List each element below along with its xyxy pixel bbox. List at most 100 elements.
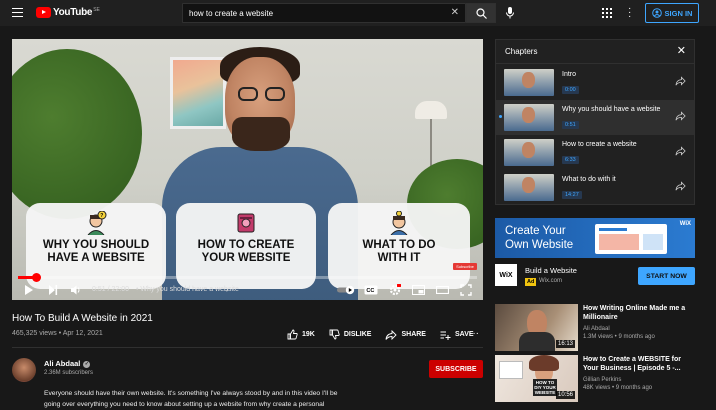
share-icon[interactable]: [675, 146, 686, 156]
wix-logo: WiX: [495, 264, 517, 286]
card-how-line1: HOW TO CREATE: [197, 239, 295, 251]
chapter-timestamp: 14:27: [562, 191, 582, 199]
chapter-item-intro[interactable]: Intro 0:00: [496, 65, 694, 100]
video-thumbnail: 16:13: [495, 304, 578, 351]
ad-banner-line2: Own Website: [505, 239, 574, 251]
ad-banner-line1: Create Your: [505, 225, 566, 237]
video-actions: 19K DISLIKE SHARE SAVE: [287, 329, 488, 340]
share-arrow-icon: [386, 329, 398, 340]
ad-banner-headline: Create Your Own Website: [505, 224, 573, 252]
card-what-line1: WHAT TO DO: [362, 239, 436, 251]
current-chapter-label[interactable]: • Why you should have a website: [136, 286, 239, 293]
ad-title: Build a Website: [525, 266, 577, 275]
captions-icon[interactable]: CC: [364, 285, 378, 295]
dislike-button[interactable]: DISLIKE: [329, 329, 372, 340]
recommended-video[interactable]: 16:13 How Writing Online Made me a Milli…: [495, 304, 705, 352]
svg-text:CC: CC: [366, 288, 374, 294]
chapter-item-how[interactable]: How to create a website 6:33: [496, 135, 694, 170]
card-why-line2: HAVE A WEBSITE: [47, 252, 145, 264]
chapter-name: How to create a website: [562, 141, 637, 148]
volume-icon[interactable]: [70, 284, 82, 296]
share-button[interactable]: SHARE: [385, 329, 426, 340]
chapters-header: Chapters ✕: [496, 40, 694, 64]
more-options-icon[interactable]: · · ·: [628, 4, 631, 22]
theater-icon[interactable]: [436, 286, 449, 294]
youtube-play-logo-icon: [36, 7, 51, 18]
chapter-chevron-icon[interactable]: ›: [226, 285, 229, 294]
like-count: 19K: [302, 331, 315, 338]
idea-person-icon: [390, 211, 408, 235]
video-duration: 10:56: [555, 391, 575, 399]
logo-wordmark: YouTube: [53, 7, 93, 18]
subscribe-button[interactable]: SUBSCRIBE: [429, 360, 483, 378]
channel-name[interactable]: Ali Abdaal: [44, 359, 80, 368]
scrubber-knob[interactable]: [31, 273, 41, 282]
recommended-video[interactable]: HOW TO DIY YOUR WEBSITE 10:56 How to Cre…: [495, 355, 705, 403]
video-duration: 16:13: [555, 340, 575, 348]
search-button[interactable]: [466, 3, 496, 23]
chapter-item-what[interactable]: What to do with it 14:27: [496, 170, 694, 205]
top-bar: YouTube SE how to create a website ✕ · · ·…: [0, 0, 716, 26]
miniplayer-icon[interactable]: [412, 285, 425, 295]
video-thumbnail: HOW TO DIY YOUR WEBSITE 10:56: [495, 355, 578, 402]
subscriber-count: 2.36M subscribers: [44, 370, 94, 376]
search-query: how to create a website: [189, 9, 274, 18]
verified-icon: ✓: [83, 360, 91, 368]
close-icon[interactable]: ✕: [677, 44, 686, 57]
chapter-name: Why you should have a website: [562, 106, 661, 113]
chapter-timestamp: 0:51: [562, 121, 579, 129]
share-icon[interactable]: [675, 76, 686, 86]
card-what-line2: WITH IT: [377, 252, 421, 264]
plant-left: [12, 49, 142, 219]
chapter-thumbnail: [504, 174, 554, 201]
microphone-icon[interactable]: [504, 6, 516, 20]
channel-avatar[interactable]: [12, 358, 36, 382]
share-icon[interactable]: [675, 111, 686, 121]
chapter-thumbnail: [504, 69, 554, 96]
chapters-title: Chapters: [505, 47, 538, 56]
ad-banner-mockup: [595, 224, 667, 254]
youtube-logo[interactable]: YouTube SE: [36, 7, 100, 18]
menu-icon[interactable]: [12, 8, 23, 18]
channel-name-row[interactable]: Ali Abdaal ✓: [44, 359, 91, 368]
fullscreen-icon[interactable]: [460, 284, 472, 296]
apps-grid-icon[interactable]: [602, 8, 612, 18]
clear-search-icon[interactable]: ✕: [451, 7, 459, 18]
like-button[interactable]: 19K: [287, 329, 315, 340]
thumbs-up-icon: [287, 329, 298, 340]
search-input[interactable]: how to create a website ✕: [182, 3, 466, 23]
progress-bar[interactable]: [18, 273, 477, 282]
chapter-item-why[interactable]: Why you should have a website 0:51: [496, 100, 694, 135]
divider: [12, 347, 483, 348]
dislike-label: DISLIKE: [343, 331, 372, 338]
ad-banner-brand: WiX: [679, 221, 691, 227]
autoplay-toggle-icon[interactable]: [337, 285, 355, 295]
playlist-add-icon: [440, 331, 451, 340]
play-icon[interactable]: [24, 284, 34, 296]
share-icon[interactable]: [675, 181, 686, 191]
search-icon: [476, 8, 487, 19]
recommended-title-line2: Your Business | Episode 5 -...: [583, 365, 681, 372]
more-actions-icon[interactable]: ···: [469, 328, 479, 339]
video-frame: ? WHY YOU SHOULD HAVE A WEBSITE HOW TO C…: [12, 39, 483, 300]
video-description: Everyone should have their own website. …: [44, 390, 338, 408]
recommended-views: 48K views • 9 months ago: [583, 385, 653, 391]
ad-info[interactable]: WiX Build a Website Ad Wix.com START NOW: [495, 264, 695, 292]
chapter-thumbnail: [504, 104, 554, 131]
lamp-shade: [415, 101, 447, 119]
recommended-title: How to Create a WEBSITE for Your Busines…: [583, 355, 697, 373]
sign-in-button[interactable]: SIGN IN: [645, 3, 699, 23]
subscribe-watermark[interactable]: Subscribe: [453, 263, 477, 270]
start-now-button[interactable]: START NOW: [638, 267, 695, 285]
video-player[interactable]: ? WHY YOU SHOULD HAVE A WEBSITE HOW TO C…: [12, 39, 483, 300]
ad-banner[interactable]: Create Your Own Website WiX: [495, 218, 695, 258]
recommended-title: How Writing Online Made me a Millionaire: [583, 304, 697, 322]
next-icon[interactable]: [48, 284, 58, 296]
chapter-name: Intro: [562, 71, 577, 78]
ad-badge: Ad: [525, 278, 537, 286]
question-person-icon: ?: [87, 211, 107, 235]
time-display: 0:51 / 22:00: [92, 286, 129, 293]
settings-icon[interactable]: [389, 284, 401, 296]
recommended-title-line1: How to Create a WEBSITE for: [583, 356, 682, 363]
card-how-line2: YOUR WEBSITE: [201, 252, 291, 264]
